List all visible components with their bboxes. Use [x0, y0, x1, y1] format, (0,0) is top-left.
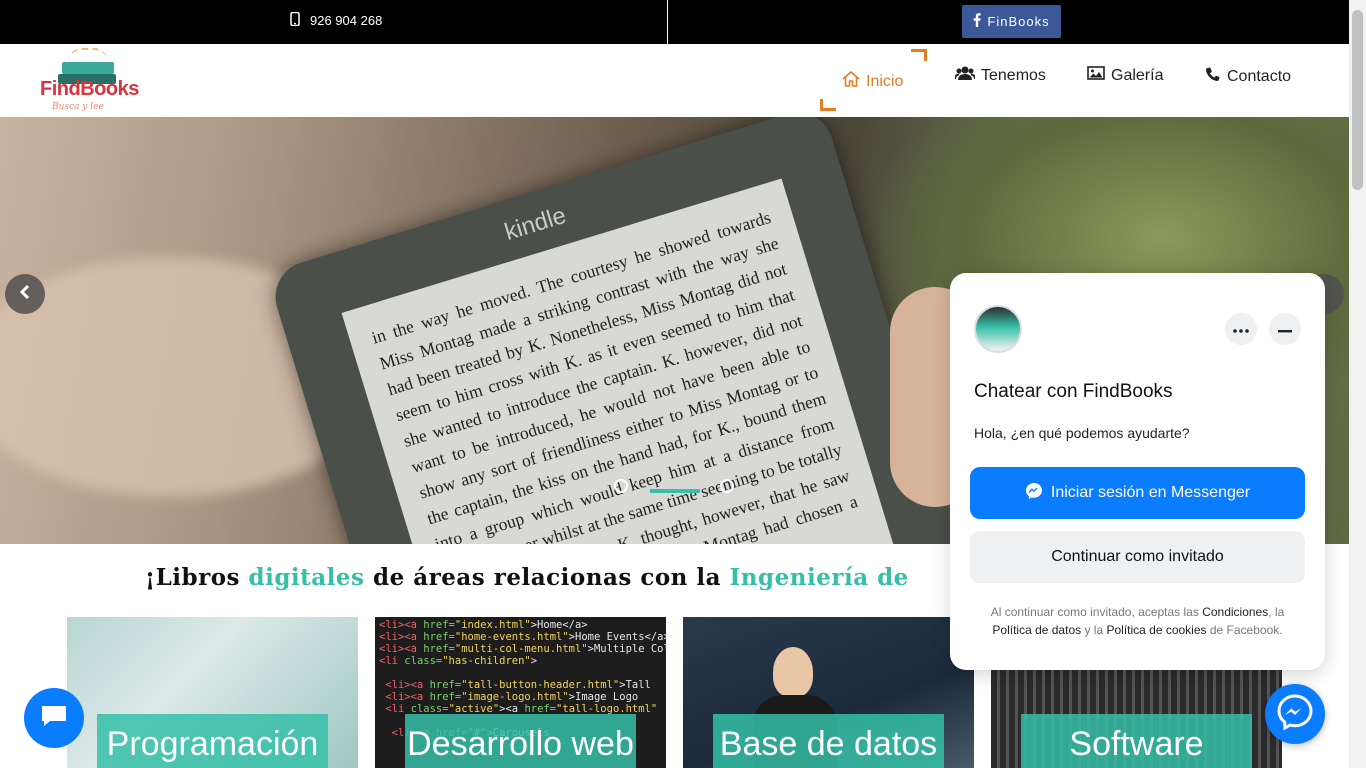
more-options-button[interactable] [1225, 313, 1257, 345]
nav-label: Inicio [866, 72, 904, 90]
phone-number: 926 904 268 [310, 13, 383, 28]
guest-label: Continuar como invitado [1051, 548, 1224, 565]
terms-link[interactable]: Condiciones [1202, 605, 1268, 619]
section-heading: ¡Libros digitales de áreas relacionas co… [145, 564, 909, 591]
card-label: Base de datos [713, 714, 944, 768]
legal-text: Al continuar como invitado, aceptas las [990, 605, 1203, 619]
slider-dot-active[interactable] [650, 489, 700, 493]
card-label: Software [1021, 714, 1252, 768]
chevron-left-icon [19, 284, 31, 304]
heading-text: de áreas relacionas con la [364, 564, 730, 591]
nav-label: Contacto [1227, 67, 1292, 85]
messenger-login-button[interactable]: Iniciar sesión en Messenger [970, 467, 1305, 519]
image-icon [1087, 66, 1105, 85]
scrollbar-thumb[interactable] [1352, 10, 1363, 190]
slider-dot-3[interactable] [720, 479, 734, 493]
kindle-brand: kindle [501, 201, 570, 247]
heading-highlight: Ingeniería de [729, 564, 909, 591]
messenger-icon [1275, 692, 1315, 736]
top-bar: 926 904 268 FinBooks [0, 0, 1349, 44]
nav-item-tenemos[interactable]: Tenemos [954, 66, 1046, 85]
nav-label: Tenemos [981, 66, 1046, 84]
nav-label: Galería [1111, 66, 1164, 84]
continue-as-guest-button[interactable]: Continuar como invitado [970, 531, 1305, 583]
logo-tagline: Busca y lee [52, 102, 104, 112]
phone-contact[interactable]: 926 904 268 [290, 11, 383, 29]
users-icon [954, 66, 976, 85]
chat-greeting: Hola, ¿en qué podemos ayudarte? [974, 425, 1190, 441]
legal-text: de Facebook. [1206, 623, 1283, 637]
presenter-head [773, 647, 813, 697]
chat-bubble-button[interactable] [24, 688, 84, 748]
site-logo[interactable]: FindBooks Busca y lee [38, 48, 139, 114]
more-icon [1233, 320, 1249, 338]
messenger-chat-panel: Chatear con FindBooks Hola, ¿en qué pode… [950, 273, 1325, 670]
messenger-icon [1025, 482, 1043, 505]
home-icon [842, 71, 860, 92]
category-card-desarrollo-web[interactable]: <li><a href="index.html">Home</a> <li><a… [375, 617, 666, 768]
minimize-icon [1278, 320, 1292, 338]
facebook-icon [973, 13, 982, 30]
category-card-base-de-datos[interactable]: Base de datos [683, 617, 974, 768]
slider-dot-1[interactable] [614, 479, 628, 493]
slider-prev-button[interactable] [5, 274, 45, 314]
active-corner-bottom [820, 99, 836, 111]
messenger-login-label: Iniciar sesión en Messenger [1050, 484, 1251, 501]
mobile-phone-icon [290, 11, 300, 29]
phone-icon [1205, 66, 1221, 87]
header: FindBooks Busca y lee Inicio Tenemos Gal… [0, 44, 1349, 117]
logo-name: FindBooks [40, 78, 139, 100]
slider-pagination [614, 479, 744, 495]
page: 926 904 268 FinBooks FindBooks Busca y l… [0, 0, 1366, 768]
heading-text: ¡Libros [145, 564, 249, 591]
nav-item-inicio[interactable]: Inicio [842, 71, 903, 92]
facebook-button[interactable]: FinBooks [962, 5, 1061, 38]
data-policy-link[interactable]: Política de datos [992, 623, 1081, 637]
messenger-fab-button[interactable] [1265, 684, 1325, 744]
nav-item-galeria[interactable]: Galería [1087, 66, 1163, 85]
legal-text: , la [1268, 605, 1285, 619]
heading-highlight: digitales [248, 564, 365, 591]
legal-notice: Al continuar como invitado, aceptas las … [974, 603, 1301, 639]
topbar-divider [667, 0, 668, 44]
card-label: Desarrollo web [405, 714, 636, 768]
logo-sun-rays [68, 48, 108, 62]
legal-text: y la [1081, 623, 1107, 637]
logo-book [62, 62, 114, 74]
category-card-programacion[interactable]: Programación [67, 617, 358, 768]
active-corner-top [911, 49, 927, 61]
chat-bubble-icon [39, 703, 69, 733]
nav-item-contacto[interactable]: Contacto [1205, 66, 1291, 87]
page-scrollbar[interactable] [1349, 0, 1366, 768]
page-avatar [974, 305, 1022, 353]
minimize-button[interactable] [1269, 313, 1301, 345]
card-label: Programación [97, 714, 328, 768]
cookie-policy-link[interactable]: Política de cookies [1106, 623, 1206, 637]
facebook-label: FinBooks [987, 14, 1050, 29]
chat-title: Chatear con FindBooks [974, 381, 1173, 402]
